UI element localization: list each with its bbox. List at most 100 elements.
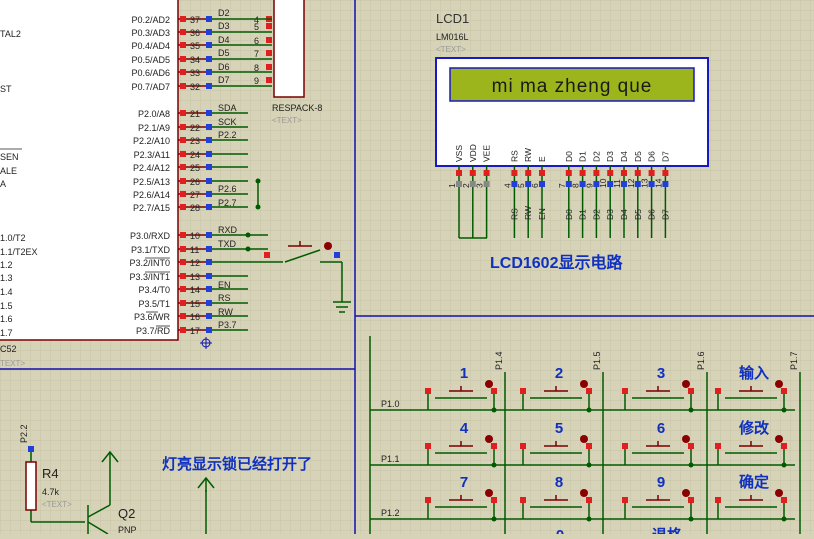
key-probe <box>580 380 588 388</box>
key-probe <box>775 489 783 497</box>
respack-name: RESPACK-8 <box>272 103 322 113</box>
keypad-col-label: P1.7 <box>789 351 799 370</box>
junction-dot <box>245 232 251 238</box>
pin-marker-blue <box>206 259 212 265</box>
junction-dot <box>586 516 592 522</box>
mcu-pin-name: P0.5/AD5 <box>131 55 170 65</box>
switch-pin-right <box>334 252 340 258</box>
key-label-partial: 退格 <box>652 526 683 534</box>
lcd-pin-name: D6 <box>647 151 657 162</box>
lcd-pin-number: 7 <box>557 183 567 188</box>
r4-ref: R4 <box>42 466 59 481</box>
mcu-pin-number: 23 <box>190 136 200 146</box>
pin-marker-blue <box>206 246 212 252</box>
pin-marker-red <box>511 170 518 176</box>
key-label: 5 <box>555 420 563 437</box>
pin-marker-red <box>456 170 462 176</box>
mcu-pin-number: 12 <box>190 258 200 268</box>
lcd-net-label: D1 <box>578 209 588 220</box>
pin-marker-red <box>180 42 186 48</box>
p22-pin-marker <box>28 446 34 452</box>
schematic-canvas[interactable]: TAL2 ST SEN ALE A 1.0/T2 1.1/T2EX 1.2 1.3 1.4 1.5 1… <box>0 0 814 539</box>
mcu-pin-number: 28 <box>190 203 200 213</box>
junction-dot <box>688 516 694 522</box>
mcu-pin-number: 35 <box>190 41 200 51</box>
pin-marker-red <box>520 497 526 503</box>
lcd-pin-name: E <box>537 156 547 162</box>
pin-marker-red <box>180 83 186 89</box>
key-label: 确定 <box>739 473 769 491</box>
pin-marker-red <box>180 151 186 157</box>
pin-marker-red <box>266 23 272 29</box>
mcu-pin-number: 11 <box>190 245 199 255</box>
mcu-left-label: ST <box>0 84 12 94</box>
mcu-pin-name: P3.0/RXD <box>130 231 171 241</box>
resistor-r4[interactable] <box>25 461 37 511</box>
pin-marker-red <box>425 388 431 394</box>
pin-marker-blue <box>206 286 212 292</box>
pin-marker-red <box>586 388 592 394</box>
mcu-pin-name: P3.1/TXD <box>131 245 171 255</box>
pin-marker-red <box>180 56 186 62</box>
junction-dot <box>781 462 787 468</box>
lcd-pin-number: 1 <box>447 183 457 188</box>
lcd-net-label: D7 <box>660 209 670 220</box>
mcu-left-label: ALE <box>0 166 17 176</box>
net-label: D4 <box>218 35 230 45</box>
pin-marker-red <box>688 388 694 394</box>
pin-marker-red <box>715 388 721 394</box>
pin-marker-red <box>469 170 476 176</box>
mcu-pin-name: P3.6/WR <box>134 312 171 322</box>
lcd-pin-number: 8 <box>571 183 581 188</box>
junction-dot <box>255 178 261 184</box>
mcu-pin-name: P2.1/A9 <box>138 123 170 133</box>
mcu-pin-number: 36 <box>190 28 200 38</box>
lcd-pin-name: D3 <box>605 151 615 162</box>
pin-marker-red <box>622 388 628 394</box>
lcd-net-label: D2 <box>591 209 601 220</box>
pin-marker-red <box>539 170 545 176</box>
net-label: RXD <box>218 225 238 235</box>
pin-marker-red <box>607 170 614 176</box>
junction-dot <box>255 204 261 210</box>
net-label: D3 <box>218 21 230 31</box>
respack-text: <TEXT> <box>272 116 302 125</box>
pin-marker-red <box>180 124 186 130</box>
pin-marker-blue <box>206 204 212 210</box>
pin-marker-red <box>180 69 186 75</box>
lcd-pin-name: VEE <box>482 145 492 162</box>
pin-marker-blue <box>206 124 212 130</box>
pin-marker-red <box>520 443 526 449</box>
mcu-pin-name: P3.7/RD <box>136 326 171 336</box>
switch-probe <box>324 242 332 250</box>
pin-marker-blue <box>206 137 212 143</box>
mcu-pin-name: P2.5/A13 <box>133 177 170 187</box>
pin-marker-red <box>180 191 186 197</box>
keypad-row-label: P1.0 <box>381 399 400 409</box>
respack-body[interactable] <box>273 0 305 98</box>
key-label: 4 <box>460 420 469 437</box>
mcu-pin-name: P0.4/AD4 <box>131 41 170 51</box>
pin-marker-red <box>622 497 628 503</box>
lcd-pin-number: 14 <box>653 178 663 188</box>
p22-net-label: P2.2 <box>19 424 29 443</box>
junction-dot <box>491 407 497 413</box>
mcu-left-label: TAL2 <box>0 29 21 39</box>
mcu-pin-number: 21 <box>190 109 200 119</box>
respack-pin-number: 5 <box>254 22 259 32</box>
lcd-pin-number: 9 <box>584 183 594 188</box>
pin-marker-red <box>715 443 721 449</box>
q2-ref: Q2 <box>118 506 135 521</box>
mcu-pin-name: P2.4/A12 <box>133 163 170 173</box>
lcd-text: <TEXT> <box>436 45 466 54</box>
key-label: 3 <box>657 365 665 382</box>
pin-marker-blue <box>206 273 212 279</box>
key-label: 2 <box>555 365 563 382</box>
mcu-left-label: 1.7 <box>0 328 13 338</box>
mcu-left-label: 1.5 <box>0 301 13 311</box>
net-label: TXD <box>218 239 237 249</box>
mcu-left-label: 1.3 <box>0 273 13 283</box>
mcu-pin-number: 13 <box>190 272 200 282</box>
pin-marker-red <box>491 497 497 503</box>
pin-marker-red <box>180 286 186 292</box>
